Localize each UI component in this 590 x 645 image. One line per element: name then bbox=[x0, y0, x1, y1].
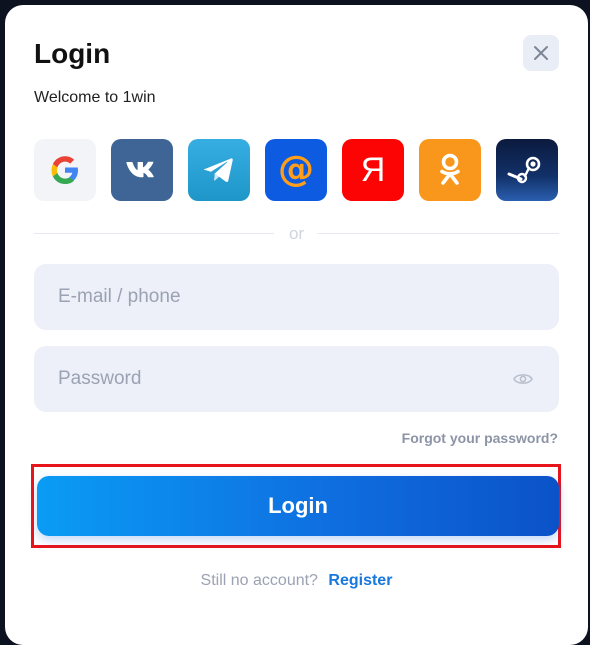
no-account-text: Still no account? bbox=[200, 572, 318, 589]
telegram-icon bbox=[203, 158, 233, 182]
yandex-icon: Я bbox=[360, 151, 386, 189]
email-phone-input[interactable] bbox=[34, 264, 559, 330]
mail-at-icon: @ bbox=[278, 149, 314, 190]
steam-icon bbox=[507, 156, 541, 184]
modal-subtitle: Welcome to 1win bbox=[34, 89, 156, 106]
modal-title: Login bbox=[34, 38, 111, 69]
show-password-eye-icon[interactable] bbox=[513, 372, 533, 386]
google-icon bbox=[51, 156, 78, 184]
steam-login-button[interactable] bbox=[496, 139, 558, 201]
register-prompt: Still no account? Register bbox=[5, 572, 588, 590]
vk-icon bbox=[126, 161, 154, 178]
divider-text: or bbox=[288, 224, 305, 243]
google-login-button[interactable] bbox=[34, 139, 96, 201]
register-link[interactable]: Register bbox=[328, 572, 392, 589]
social-login-row: @ Я bbox=[34, 139, 559, 201]
close-icon bbox=[534, 46, 548, 60]
password-input[interactable] bbox=[34, 346, 559, 412]
telegram-login-button[interactable] bbox=[188, 139, 250, 201]
or-divider: or bbox=[34, 224, 559, 244]
login-modal: Login Welcome to 1win @ Я or E-mail / ph… bbox=[5, 5, 588, 645]
login-button[interactable]: Login bbox=[37, 476, 559, 536]
odnoklassniki-icon bbox=[440, 153, 460, 185]
forgot-password-link[interactable]: Forgot your password? bbox=[402, 430, 558, 446]
close-button[interactable] bbox=[523, 35, 559, 71]
odnoklassniki-login-button[interactable] bbox=[419, 139, 481, 201]
vk-login-button[interactable] bbox=[111, 139, 173, 201]
yandex-login-button[interactable]: Я bbox=[342, 139, 404, 201]
mail-login-button[interactable]: @ bbox=[265, 139, 327, 201]
